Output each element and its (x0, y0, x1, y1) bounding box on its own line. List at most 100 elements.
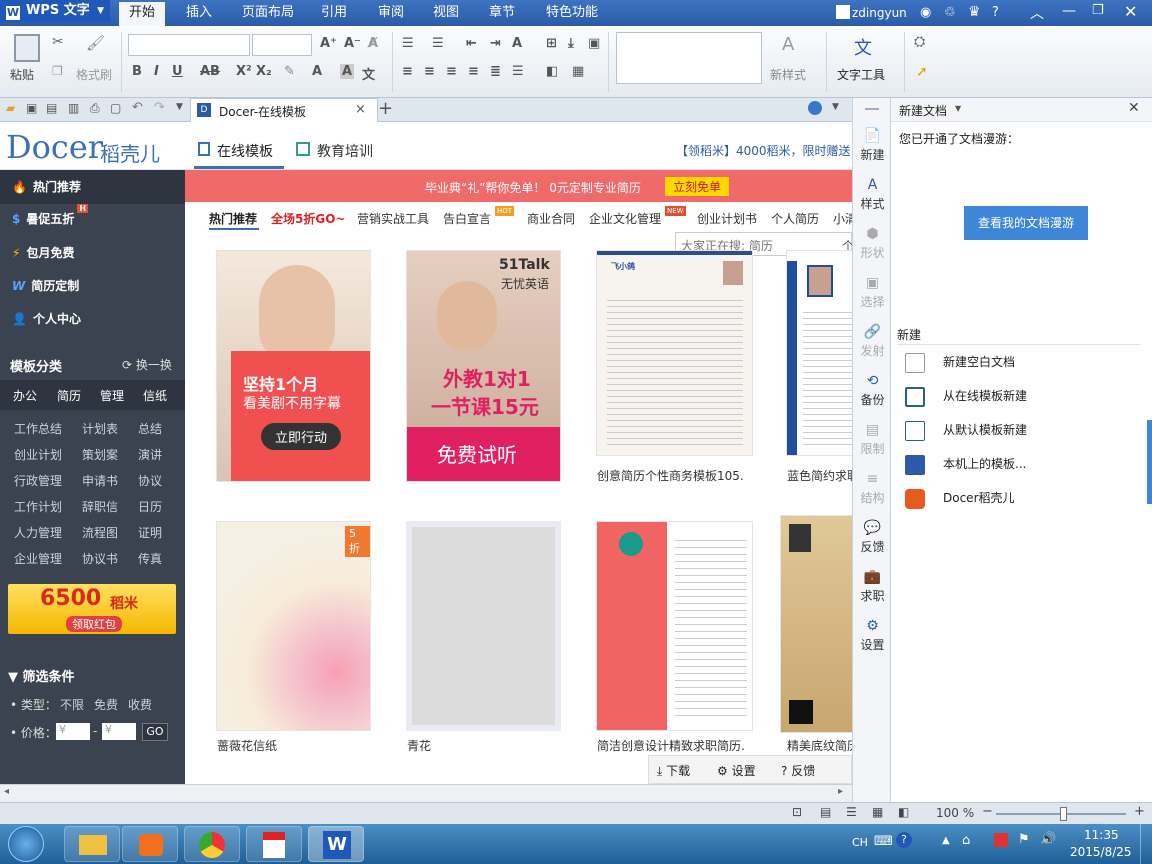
keyboard-icon[interactable]: ⌨ (874, 834, 893, 849)
subscript-button[interactable]: X₂ (256, 64, 272, 79)
promo-banner[interactable]: 毕业典“礼”帮你免单！ 0元定制专业简历 立刻免单 (185, 170, 852, 202)
cat-tab-resume[interactable]: 简历 (48, 382, 90, 410)
category-link[interactable]: 工作总结 (14, 420, 62, 437)
select-icon[interactable]: ➚ (916, 64, 928, 80)
open-folder-icon[interactable]: ▰ (6, 101, 15, 115)
local-templates[interactable]: 本机上的模板... (905, 451, 1026, 477)
free-order-button[interactable]: 立刻免单 (665, 177, 730, 196)
tab-review[interactable]: 审阅 (378, 0, 404, 26)
right-tool-3[interactable]: ▣ 选择 (853, 275, 892, 310)
text-tools-icon[interactable]: 文 (854, 34, 872, 60)
cat-tab-letter[interactable]: 信纸 (134, 382, 176, 410)
category-link[interactable]: 辞职信 (82, 498, 118, 515)
tab-menu-icon[interactable]: ▼ (832, 102, 839, 112)
close-panel-icon[interactable]: ✕ (1128, 100, 1140, 116)
type-any[interactable]: 不限 (60, 696, 84, 713)
cut-icon[interactable]: ✂ (52, 34, 64, 50)
chip-0[interactable]: 热门推荐 (209, 208, 257, 230)
right-tool-4[interactable]: 🔗 发射 (853, 324, 892, 359)
tab-insert[interactable]: 插入 (186, 0, 212, 26)
copy-icon[interactable]: ❐ (52, 64, 63, 78)
start-button[interactable] (8, 826, 44, 862)
tab-view[interactable]: 视图 (433, 0, 459, 26)
show-desktop-button[interactable] (1140, 824, 1152, 864)
page-view-icon[interactable]: ▤ (820, 805, 831, 819)
promo-link[interactable]: 【领稻米】4000稻米，限时赠送 (676, 142, 851, 159)
chip-3[interactable]: 告白宣言 (443, 208, 491, 230)
align-right-icon[interactable]: ≡ (446, 64, 457, 79)
zoom-slider-thumb[interactable] (1060, 807, 1067, 821)
category-link[interactable]: 流程图 (82, 524, 118, 541)
increase-indent-icon[interactable]: ⇥ (490, 36, 501, 51)
paste-icon[interactable] (14, 34, 40, 62)
price-min-input[interactable]: ¥ (56, 723, 90, 740)
tab-online-templates[interactable]: 在线模板 (217, 141, 273, 161)
font-color-icon[interactable]: A (312, 64, 322, 79)
category-link[interactable]: 演讲 (138, 446, 162, 463)
save-icon[interactable]: ▣ (26, 101, 37, 115)
text-tools-button[interactable]: 文字工具 (837, 66, 885, 83)
print-preview-icon[interactable]: ▤ (46, 101, 57, 115)
style-gallery[interactable] (616, 32, 762, 84)
category-link[interactable]: 企业管理 (14, 550, 62, 567)
category-link[interactable]: 证明 (138, 524, 162, 541)
settings-button[interactable]: ⚙ 设置 (717, 762, 756, 779)
font-size-combo[interactable] (252, 34, 312, 56)
text-direction-icon[interactable]: A (512, 36, 522, 51)
strikethrough-button[interactable]: AB (200, 64, 220, 79)
shading-icon[interactable]: ◧ (546, 64, 558, 79)
card-caption[interactable]: 创意简历个性商务模板105. (597, 467, 744, 484)
category-link[interactable]: 策划案 (82, 446, 118, 463)
type-paid[interactable]: 收费 (128, 696, 152, 713)
card-caption[interactable]: 青花 (407, 737, 431, 754)
zoom-level[interactable]: 100 % (936, 806, 974, 820)
price-max-input[interactable]: ¥ (102, 723, 136, 740)
chip-6[interactable]: 创业计划书 (697, 208, 757, 230)
italic-button[interactable]: I (154, 64, 159, 79)
template-card-ad-51talk[interactable]: 51Talk 无忧英语 外教1对1 一节课15元 免费试听 (406, 250, 561, 482)
export-icon[interactable]: ▥ (68, 101, 79, 115)
nav-resume[interactable]: W 简历定制 (12, 271, 79, 301)
clock-date[interactable]: 2015/8/25 (1070, 845, 1132, 859)
undo-icon[interactable]: ↶ (132, 100, 143, 115)
underline-button[interactable]: U (172, 64, 183, 79)
cloud-sync-icon[interactable] (808, 101, 822, 115)
card-caption[interactable]: 蔷薇花信纸 (217, 737, 277, 754)
close-window-icon[interactable]: ✕ (1124, 2, 1137, 21)
collapse-ribbon-icon[interactable]: ︿ (1030, 3, 1044, 23)
distribute-icon[interactable]: ≣ (490, 64, 501, 79)
nav-summer-sale[interactable]: $ 暑促五折H (12, 204, 89, 234)
char-shading-icon[interactable]: A (340, 64, 355, 79)
nav-personal-center[interactable]: 👤 个人中心 (12, 304, 81, 334)
numbered-list-icon[interactable]: ☰ (432, 36, 444, 51)
user-avatar[interactable] (836, 5, 850, 19)
redo-icon[interactable]: ↷ (154, 100, 165, 115)
right-tool-7[interactable]: ≡ 结构 (853, 471, 892, 506)
category-link[interactable]: 创业计划 (14, 446, 62, 463)
taskbar-explorer[interactable] (64, 826, 120, 862)
feedback-button[interactable]: ? 反馈 (781, 762, 815, 779)
tab-references[interactable]: 引用 (321, 0, 347, 26)
document-tab-docer[interactable]: D Docer-在线模板 × (190, 98, 378, 122)
minimize-icon[interactable]: — (1062, 3, 1076, 19)
new-from-default-template[interactable]: 从默认模板新建 (905, 417, 1027, 443)
new-blank-doc[interactable]: 新建空白文档 (905, 349, 1015, 375)
preview-icon[interactable]: ▢ (110, 101, 121, 115)
share-icon[interactable]: ♲ (944, 5, 956, 20)
panel-dropdown-icon[interactable]: ▼ (955, 104, 961, 113)
free-trial-button[interactable]: 免费试听 (437, 439, 517, 468)
panel-edge-handle[interactable] (1147, 420, 1152, 504)
help-tray-icon[interactable]: ? (896, 832, 912, 848)
category-link[interactable]: 计划表 (82, 420, 118, 437)
reading-view-icon[interactable]: ◧ (898, 805, 909, 819)
taskbar-wps[interactable]: W (308, 826, 364, 862)
quick-access-dropdown-icon[interactable]: ▼ (176, 102, 183, 112)
template-card-ad-english[interactable]: 坚持1个月 看美剧不用字幕 立即行动 (216, 250, 371, 482)
panel-title[interactable]: 新建文档 (899, 102, 947, 119)
tab-education[interactable]: 教育培训 (317, 141, 373, 161)
highlight-icon[interactable]: ✎ (284, 64, 295, 79)
volume-icon[interactable]: 🔊 (1040, 832, 1056, 847)
right-tool-2[interactable]: ⬢ 形状 (853, 226, 892, 261)
tab-chapter[interactable]: 章节 (489, 0, 515, 26)
card-caption[interactable]: 简洁创意设计精致求职简历. (597, 737, 745, 754)
